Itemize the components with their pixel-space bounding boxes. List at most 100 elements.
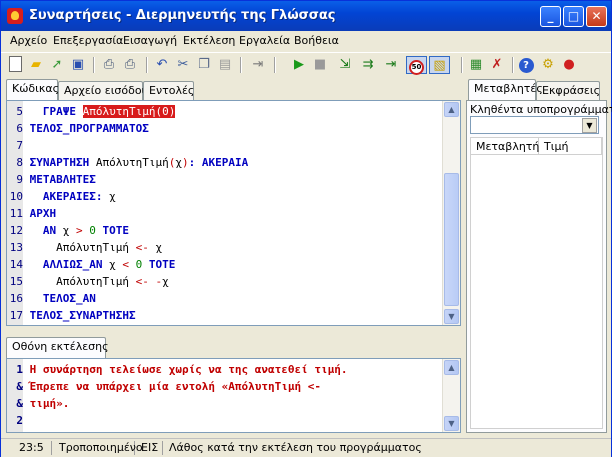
code-token: χ	[62, 224, 76, 237]
code-line[interactable]: 16 ΤΕΛΟΣ_ΑΝ	[9, 290, 96, 307]
line-number: 13	[9, 241, 23, 254]
called-subprograms-select[interactable]: ▼	[470, 116, 599, 134]
menu-tools[interactable]: Εργαλεία	[239, 34, 290, 47]
code-token: )	[181, 156, 189, 169]
chevron-down-icon[interactable]: ▼	[582, 118, 597, 133]
output-scroll-up-icon[interactable]: ▲	[444, 360, 459, 375]
modified-indicator: Τροποποιημένο	[55, 441, 143, 455]
print-preview-icon[interactable]: ⎙	[100, 56, 118, 74]
output-screen[interactable]: 1 Η συνάρτηση τελείωσε χωρίς να της ανατ…	[6, 358, 461, 433]
help-icon[interactable]: ?	[517, 56, 535, 74]
speed-button[interactable]: 50	[406, 56, 427, 75]
line-number: 9	[16, 173, 23, 186]
close-button[interactable]: ✕	[586, 6, 607, 27]
output-line: & Έπρεπε να υπάρχει μία εντολή «ΑπόλυτηΤ…	[9, 378, 321, 395]
code-token: ΓΡΑΨΕ	[29, 105, 83, 118]
cut-icon[interactable]: ✂	[174, 56, 192, 74]
save-icon[interactable]: ▣	[69, 56, 87, 74]
code-line[interactable]: 9 ΜΕΤΑΒΛΗΤΕΣ	[9, 171, 95, 188]
output-text: τιμή».	[23, 397, 70, 410]
code-line[interactable]: 14 ΑΛΛΙΩΣ_ΑΝ χ < 0 ΤΟΤΕ	[9, 256, 176, 273]
print-icon[interactable]: ⎙	[121, 56, 139, 74]
settings-icon[interactable]: ⚙	[539, 56, 557, 74]
code-token: ΣΥΝΑΡΤΗΣΗ	[29, 156, 96, 169]
column-variable[interactable]: Μεταβλητή	[471, 138, 539, 155]
stop-icon[interactable]: ■	[311, 56, 329, 74]
tab-variables[interactable]: Μεταβλητές	[468, 79, 543, 100]
error-highlight: ΑπόλυτηΤιμή(0)	[82, 105, 176, 118]
code-line[interactable]: 12 ΑΝ χ > 0 ΤΟΤΕ	[9, 222, 129, 239]
code-line[interactable]: 6 ΤΕΛΟΣ_ΠΡΟΓΡΑΜΜΑΤΟΣ	[9, 120, 149, 137]
code-line[interactable]: 7	[9, 137, 30, 154]
scroll-down-icon[interactable]: ▼	[444, 309, 459, 324]
code-line[interactable]: 8 ΣΥΝΑΡΤΗΣΗ ΑπόλυτηΤιμή(χ): ΑΚΕΡΑΙΑ	[9, 154, 248, 171]
variables-grid[interactable]: Μεταβλητή Τιμή	[470, 137, 603, 429]
open-recent-icon[interactable]: ➚	[48, 56, 66, 74]
speed-icon: 50	[409, 60, 424, 75]
code-token: : ΑΚΕΡΑΙΑ	[188, 156, 249, 169]
open-folder-icon[interactable]: ▰	[27, 56, 45, 74]
paste-icon[interactable]: ▤	[216, 56, 234, 74]
menu-help[interactable]: Βοήθεια	[294, 34, 339, 47]
tab-expressions[interactable]: Εκφράσεις	[536, 81, 600, 100]
new-file-icon[interactable]	[6, 56, 24, 74]
code-scrollbar[interactable]: ▲ ▼	[442, 101, 460, 325]
code-token: 0	[89, 224, 96, 237]
step-into-icon[interactable]: ⇲	[336, 56, 354, 74]
minimize-button[interactable]: _	[540, 6, 561, 27]
code-editor[interactable]: 5 ΓΡΑΨΕ ΑπόλυτηΤιμή(0) 6 ΤΕΛΟΣ_ΠΡΟΓΡΑΜΜΑΤ…	[6, 100, 461, 326]
code-token: χ	[155, 241, 163, 254]
code-tabs: Κώδικας Αρχείο εισόδου Εντολές	[6, 79, 461, 101]
output-tabs: Οθόνη εκτέλεσης	[6, 337, 461, 359]
code-token: ΑπόλυτηΤιμή	[95, 156, 169, 169]
output-line: & τιμή».	[9, 395, 69, 412]
code-line[interactable]: 13 ΑπόλυτηΤιμή <- χ	[9, 239, 162, 256]
tab-input-file[interactable]: Αρχείο εισόδου	[58, 81, 148, 100]
cursor-position: 23:5	[15, 441, 52, 455]
undo-icon[interactable]: ↶	[153, 56, 171, 74]
run-icon[interactable]: ▶	[290, 56, 308, 74]
about-icon[interactable]: ●	[560, 56, 578, 74]
code-token: ΑΚΕΡΑΙΕΣ:	[29, 190, 110, 203]
menu-bar: Αρχείο Επεξεργασία Εισαγωγή Εκτέλεση Εργ…	[1, 31, 611, 51]
code-line[interactable]: 5 ΓΡΑΨΕ ΑπόλυτηΤιμή(0)	[9, 103, 176, 120]
code-line[interactable]: 10 ΑΚΕΡΑΙΕΣ: χ	[9, 188, 116, 205]
code-line[interactable]: 15 ΑπόλυτηΤιμή <- -χ	[9, 273, 169, 290]
output-line-number: 1	[16, 363, 23, 376]
variables-window-icon[interactable]: ▦	[467, 56, 485, 74]
step-over-icon[interactable]: ⇉	[359, 56, 377, 74]
output-text: Έπρεπε να υπάρχει μία εντολή «ΑπόλυτηΤιμ…	[23, 380, 322, 393]
code-line[interactable]: 11 ΑΡΧΗ	[9, 205, 56, 222]
menu-insert[interactable]: Εισαγωγή	[123, 34, 177, 47]
menu-file[interactable]: Αρχείο	[10, 34, 47, 47]
indent-icon[interactable]: ⇥	[249, 56, 267, 74]
title-bar[interactable]: Συναρτήσεις - Διερμηνευτής της Γλώσσας _…	[1, 1, 611, 31]
tab-output-screen[interactable]: Οθόνη εκτέλεσης	[6, 337, 109, 358]
menu-edit[interactable]: Επεξεργασία	[53, 34, 123, 47]
tab-code[interactable]: Κώδικας	[6, 79, 59, 100]
output-scrollbar[interactable]: ▲ ▼	[442, 359, 460, 432]
output-area: 1 Η συνάρτηση τελείωσε χωρίς να της ανατ…	[9, 361, 439, 432]
code-token: ΑΡΧΗ	[29, 207, 57, 220]
clear-variables-icon[interactable]: ✗	[488, 56, 506, 74]
run-to-cursor-icon[interactable]: ⇥	[382, 56, 400, 74]
maximize-button[interactable]: □	[563, 6, 584, 27]
line-number: 8	[16, 156, 23, 169]
code-line[interactable]: 17 ΤΕΛΟΣ_ΣΥΝΑΡΤΗΣΗΣ	[9, 307, 136, 324]
scroll-up-icon[interactable]: ▲	[444, 102, 459, 117]
code-token: <	[122, 258, 136, 271]
column-value[interactable]: Τιμή	[539, 138, 602, 155]
trace-mode-icon[interactable]: ▧	[429, 56, 450, 74]
code-token: ΑπόλυτηΤιμή	[29, 241, 136, 254]
copy-icon[interactable]: ❐	[195, 56, 213, 74]
tab-commands[interactable]: Εντολές	[143, 81, 194, 100]
scroll-thumb[interactable]	[444, 173, 459, 306]
code-token: ΤΕΛΟΣ_ΠΡΟΓΡΑΜΜΑΤΟΣ	[29, 122, 149, 135]
code-token: χ	[175, 156, 182, 169]
code-area[interactable]: 5 ΓΡΑΨΕ ΑπόλυτηΤιμή(0) 6 ΤΕΛΟΣ_ΠΡΟΓΡΑΜΜΑΤ…	[9, 101, 439, 325]
line-number: 10	[9, 190, 23, 203]
code-token: χ	[162, 275, 169, 288]
right-tabs: Μεταβλητές Εκφράσεις	[468, 79, 608, 101]
menu-run[interactable]: Εκτέλεση	[183, 34, 235, 47]
output-scroll-down-icon[interactable]: ▼	[444, 416, 459, 431]
